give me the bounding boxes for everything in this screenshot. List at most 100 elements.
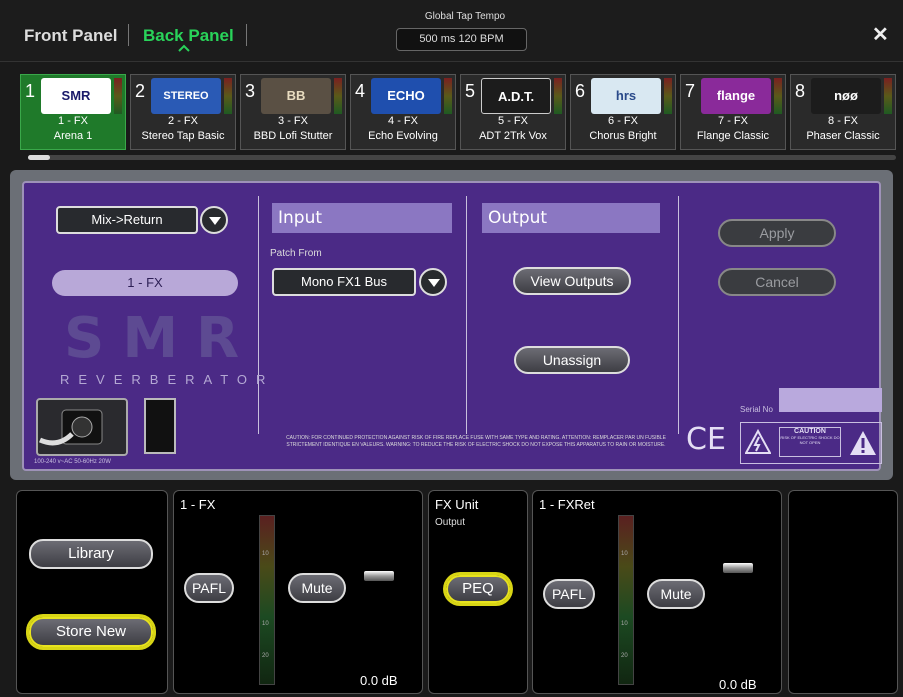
slot-number: 7: [685, 81, 696, 101]
slot-meter: [224, 78, 232, 114]
bb-delay-logo: BB: [261, 78, 331, 114]
channel-strip-fxret: 1 - FXRet 10 10 20 PAFL Mute 0.0 dB: [532, 490, 782, 694]
warning-caution: CAUTION: [794, 428, 826, 435]
pafl-button[interactable]: PAFL: [543, 579, 595, 609]
fx-slot-3[interactable]: 3 BB 3 - FX BBD Lofi Stutter: [240, 74, 346, 150]
level-readout: 0.0 dB: [719, 677, 757, 692]
smr-logo: SMR: [41, 78, 111, 114]
unassign-button[interactable]: Unassign: [514, 346, 630, 374]
slot-meter: [554, 78, 562, 114]
patch-from-select[interactable]: Mono FX1 Bus: [272, 268, 416, 296]
slot-meter: [444, 78, 452, 114]
channel-title: 1 - FX: [180, 497, 216, 512]
apply-button[interactable]: Apply: [718, 219, 836, 247]
dropdown-arrow-icon[interactable]: [200, 206, 228, 234]
fx-unit-panel: FX Unit Output PEQ: [428, 490, 528, 694]
fx-slot-1[interactable]: 1 SMR 1 - FX Arena 1: [20, 74, 126, 150]
mode-select[interactable]: Mix->Return: [56, 206, 198, 234]
level-readout: 0.0 dB: [360, 673, 398, 688]
brand-subtitle: REVERBERATOR: [60, 372, 275, 387]
tab-divider: [246, 24, 247, 46]
library-button[interactable]: Library: [29, 539, 153, 569]
slot-preset: Flange Classic: [696, 130, 770, 142]
meter-tick: 10: [621, 551, 628, 557]
slot-scroll-thumb[interactable]: [28, 155, 50, 160]
fx-slot-strip: 1 SMR 1 - FX Arena 1 2 STEREO 2 - FX Ste…: [20, 74, 900, 150]
fx-unit-subtitle: Output: [435, 517, 466, 528]
slot-preset: BBD Lofi Stutter: [253, 130, 333, 142]
meter-tick: 20: [621, 653, 628, 659]
pafl-button[interactable]: PAFL: [184, 573, 234, 603]
fx-slot-4[interactable]: 4 ECHO 4 - FX Echo Evolving: [350, 74, 456, 150]
dropdown-arrow-icon[interactable]: [419, 268, 447, 296]
library-panel: Library Store New: [16, 490, 168, 694]
slot-meter: [114, 78, 122, 114]
slot-label: 6 - FX: [608, 115, 638, 127]
warning-label: CAUTION RISK OF ELECTRIC SHOCK DO NOT OP…: [740, 422, 882, 464]
shock-warning-icon: [745, 429, 771, 454]
peq-button[interactable]: PEQ: [446, 575, 510, 603]
meter-tick: 20: [262, 653, 269, 659]
fx-name-label: 1 - FX: [52, 270, 238, 296]
slot-preset: Phaser Classic: [806, 130, 880, 142]
slot-preset: Stereo Tap Basic: [141, 130, 225, 142]
cancel-button[interactable]: Cancel: [718, 268, 836, 296]
fader-handle[interactable]: [723, 563, 753, 573]
power-switch-icon: [144, 398, 176, 454]
slot-preset: Arena 1: [53, 130, 93, 142]
panel-divider: [258, 196, 259, 434]
slot-label: 5 - FX: [498, 115, 528, 127]
close-icon[interactable]: ✕: [872, 22, 889, 47]
fx-slot-6[interactable]: 6 hrs 6 - FX Chorus Bright: [570, 74, 676, 150]
channel-title: 1 - FXRet: [539, 497, 595, 512]
tab-front-panel[interactable]: Front Panel: [24, 26, 118, 46]
tap-tempo-title: Global Tap Tempo: [424, 11, 506, 22]
caution-text: CAUTION: FOR CONTINUED PROTECTION AGAINS…: [286, 435, 666, 448]
chevron-up-icon: [178, 44, 190, 52]
level-meter: [618, 515, 634, 685]
slot-label: 8 - FX: [828, 115, 858, 127]
slot-meter: [774, 78, 782, 114]
mute-button[interactable]: Mute: [647, 579, 705, 609]
top-bar: Front Panel Back Panel Global Tap Tempo …: [0, 0, 903, 62]
slot-preset: Echo Evolving: [368, 130, 438, 142]
slot-scrollbar[interactable]: [28, 155, 896, 160]
tap-tempo-button[interactable]: 500 ms 120 BPM: [396, 28, 527, 51]
slot-label: 4 - FX: [388, 115, 418, 127]
fx-slot-8[interactable]: 8 nøø 8 - FX Phaser Classic: [790, 74, 896, 150]
slot-label: 3 - FX: [278, 115, 308, 127]
panel-divider: [466, 196, 467, 434]
slot-number: 4: [355, 81, 366, 101]
warning-subtext: RISK OF ELECTRIC SHOCK DO NOT OPEN: [780, 435, 840, 445]
fx-slot-7[interactable]: 7 flange 7 - FX Flange Classic: [680, 74, 786, 150]
fader-handle[interactable]: [364, 571, 394, 581]
stereo-logo: STEREO: [151, 78, 221, 114]
panel-divider: [678, 196, 679, 434]
slot-label: 2 - FX: [168, 115, 198, 127]
mute-button[interactable]: Mute: [288, 573, 346, 603]
fx-slot-2[interactable]: 2 STEREO 2 - FX Stereo Tap Basic: [130, 74, 236, 150]
slot-label: 1 - FX: [58, 115, 88, 127]
slot-number: 6: [575, 81, 586, 101]
output-header: Output: [482, 203, 660, 233]
warning-icon: [850, 431, 876, 455]
echo-logo: ECHO: [371, 78, 441, 114]
phaser-logo: nøø: [811, 78, 881, 114]
slot-number: 3: [245, 81, 256, 101]
fx-slot-5[interactable]: 5 A.D.T. 5 - FX ADT 2Trk Vox: [460, 74, 566, 150]
tab-divider: [128, 24, 129, 46]
store-new-button[interactable]: Store New: [29, 617, 153, 647]
flange-logo: flange: [701, 78, 771, 114]
patch-from-label: Patch From: [270, 248, 322, 259]
smr-brand: SMR: [64, 306, 258, 371]
slot-number: 8: [795, 81, 806, 101]
meter-tick: 10: [621, 621, 628, 627]
empty-panel: [788, 490, 898, 694]
slot-preset: ADT 2Trk Vox: [479, 130, 547, 142]
slot-number: 5: [465, 81, 476, 101]
view-outputs-button[interactable]: View Outputs: [513, 267, 631, 295]
meter-tick: 10: [262, 551, 269, 557]
serial-plate: [779, 388, 882, 412]
fx-unit-title: FX Unit: [435, 497, 479, 512]
adt-logo: A.D.T.: [481, 78, 551, 114]
